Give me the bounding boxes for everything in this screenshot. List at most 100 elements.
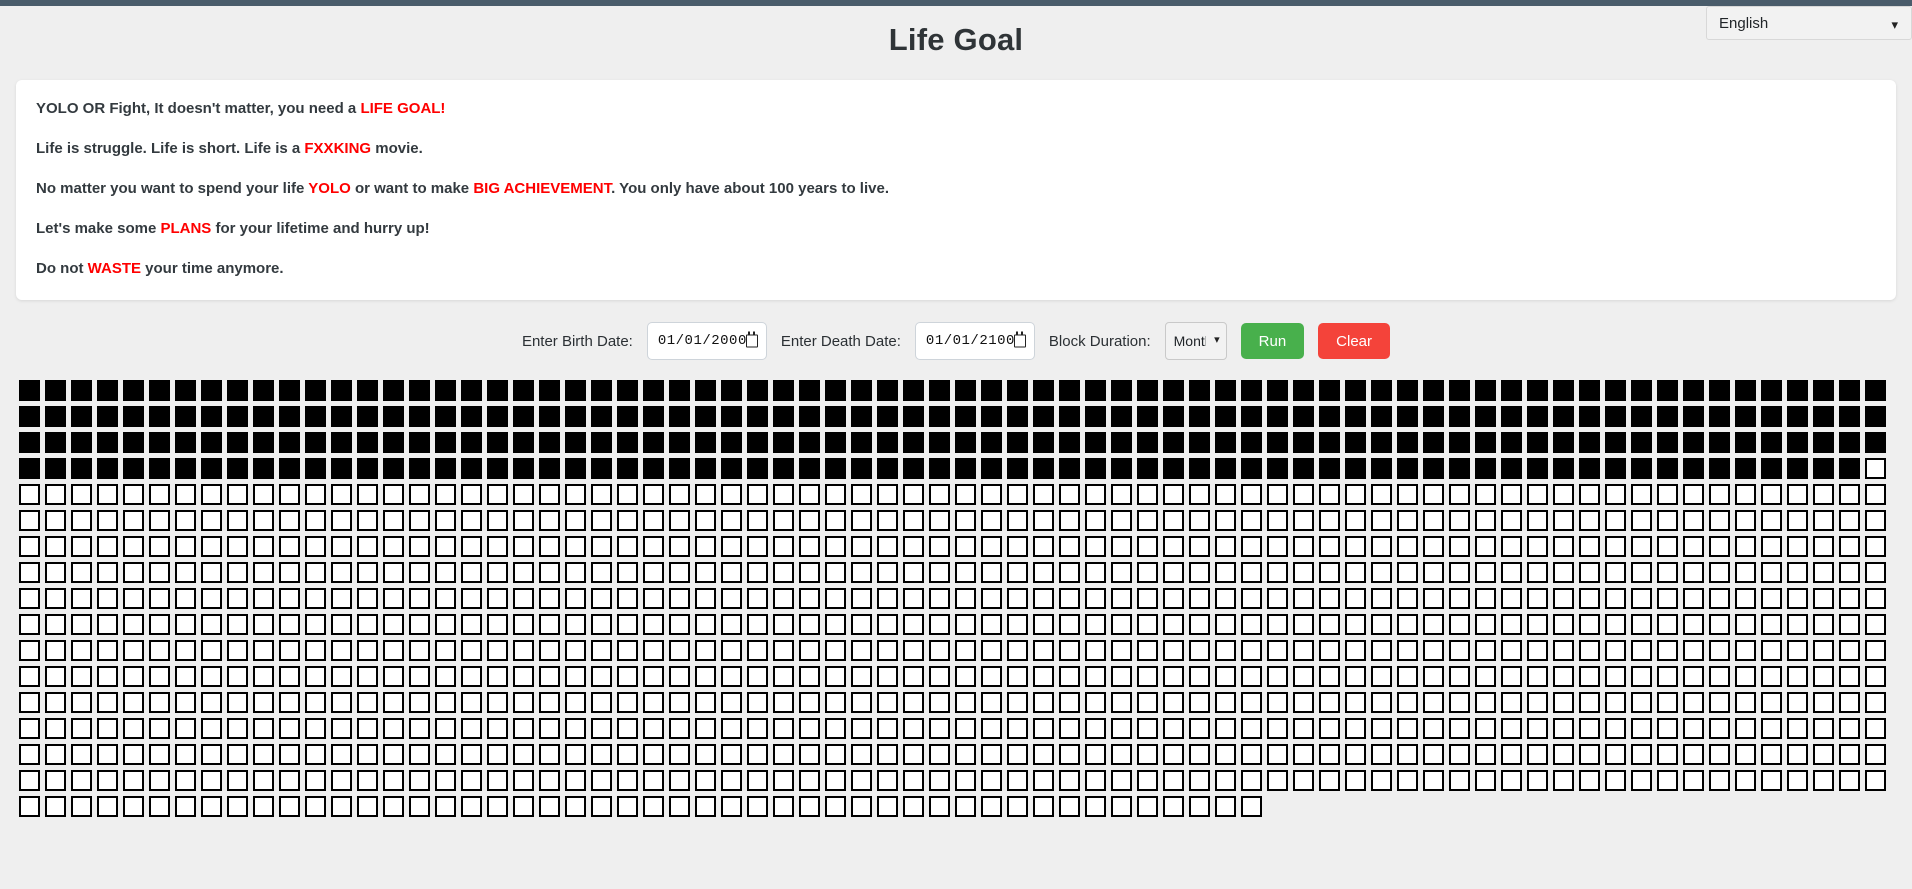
life-block-remaining[interactable] bbox=[1605, 640, 1626, 661]
life-block-elapsed[interactable] bbox=[773, 380, 794, 401]
life-block-remaining[interactable] bbox=[747, 536, 768, 557]
life-block-remaining[interactable] bbox=[435, 796, 456, 817]
life-block-remaining[interactable] bbox=[175, 718, 196, 739]
life-block-remaining[interactable] bbox=[877, 692, 898, 713]
life-block-remaining[interactable] bbox=[617, 640, 638, 661]
life-block-remaining[interactable] bbox=[1371, 484, 1392, 505]
life-block-remaining[interactable] bbox=[1007, 692, 1028, 713]
life-block-remaining[interactable] bbox=[1787, 614, 1808, 635]
life-block-remaining[interactable] bbox=[539, 692, 560, 713]
life-block-remaining[interactable] bbox=[123, 614, 144, 635]
life-block-remaining[interactable] bbox=[591, 588, 612, 609]
life-block-remaining[interactable] bbox=[1111, 744, 1132, 765]
life-block-remaining[interactable] bbox=[825, 614, 846, 635]
life-block-remaining[interactable] bbox=[1631, 770, 1652, 791]
life-block-remaining[interactable] bbox=[409, 718, 430, 739]
life-block-remaining[interactable] bbox=[227, 640, 248, 661]
life-block-remaining[interactable] bbox=[1475, 692, 1496, 713]
life-block-elapsed[interactable] bbox=[565, 380, 586, 401]
life-block-remaining[interactable] bbox=[279, 588, 300, 609]
life-block-elapsed[interactable] bbox=[71, 432, 92, 453]
life-block-remaining[interactable] bbox=[1683, 666, 1704, 687]
life-block-remaining[interactable] bbox=[1137, 692, 1158, 713]
life-block-remaining[interactable] bbox=[1345, 484, 1366, 505]
life-block-remaining[interactable] bbox=[1761, 484, 1782, 505]
calendar-icon[interactable] bbox=[745, 331, 758, 348]
life-block-elapsed[interactable] bbox=[851, 406, 872, 427]
life-block-remaining[interactable] bbox=[409, 588, 430, 609]
life-block-elapsed[interactable] bbox=[1241, 458, 1262, 479]
life-block-remaining[interactable] bbox=[45, 640, 66, 661]
life-block-elapsed[interactable] bbox=[721, 432, 742, 453]
life-block-remaining[interactable] bbox=[1709, 484, 1730, 505]
life-block-remaining[interactable] bbox=[1787, 692, 1808, 713]
life-block-elapsed[interactable] bbox=[903, 432, 924, 453]
life-block-elapsed[interactable] bbox=[305, 432, 326, 453]
life-block-remaining[interactable] bbox=[383, 484, 404, 505]
life-block-remaining[interactable] bbox=[1033, 796, 1054, 817]
life-block-remaining[interactable] bbox=[825, 770, 846, 791]
life-block-remaining[interactable] bbox=[19, 692, 40, 713]
life-block-remaining[interactable] bbox=[1631, 744, 1652, 765]
life-block-elapsed[interactable] bbox=[1813, 432, 1834, 453]
life-block-remaining[interactable] bbox=[1111, 510, 1132, 531]
life-block-remaining[interactable] bbox=[513, 796, 534, 817]
life-block-remaining[interactable] bbox=[981, 666, 1002, 687]
life-block-remaining[interactable] bbox=[435, 614, 456, 635]
life-block-remaining[interactable] bbox=[45, 796, 66, 817]
life-block-remaining[interactable] bbox=[1553, 640, 1574, 661]
life-block-remaining[interactable] bbox=[253, 718, 274, 739]
life-block-elapsed[interactable] bbox=[1007, 458, 1028, 479]
life-block-remaining[interactable] bbox=[1787, 640, 1808, 661]
life-block-remaining[interactable] bbox=[461, 588, 482, 609]
life-block-elapsed[interactable] bbox=[331, 458, 352, 479]
life-block-elapsed[interactable] bbox=[1163, 380, 1184, 401]
life-block-remaining[interactable] bbox=[617, 692, 638, 713]
life-block-elapsed[interactable] bbox=[591, 458, 612, 479]
life-block-elapsed[interactable] bbox=[409, 458, 430, 479]
life-block-remaining[interactable] bbox=[201, 744, 222, 765]
life-block-remaining[interactable] bbox=[1527, 770, 1548, 791]
life-block-remaining[interactable] bbox=[1735, 744, 1756, 765]
life-block-remaining[interactable] bbox=[305, 484, 326, 505]
life-block-remaining[interactable] bbox=[305, 744, 326, 765]
life-block-remaining[interactable] bbox=[851, 484, 872, 505]
life-block-remaining[interactable] bbox=[383, 796, 404, 817]
life-block-remaining[interactable] bbox=[1215, 692, 1236, 713]
life-block-remaining[interactable] bbox=[253, 666, 274, 687]
life-block-elapsed[interactable] bbox=[1189, 458, 1210, 479]
life-block-elapsed[interactable] bbox=[591, 380, 612, 401]
life-block-remaining[interactable] bbox=[1397, 614, 1418, 635]
life-block-remaining[interactable] bbox=[1475, 484, 1496, 505]
life-block-remaining[interactable] bbox=[1631, 614, 1652, 635]
life-block-remaining[interactable] bbox=[1111, 666, 1132, 687]
life-block-remaining[interactable] bbox=[981, 614, 1002, 635]
life-block-remaining[interactable] bbox=[981, 770, 1002, 791]
life-block-remaining[interactable] bbox=[1553, 718, 1574, 739]
life-block-remaining[interactable] bbox=[1631, 562, 1652, 583]
life-block-remaining[interactable] bbox=[1449, 484, 1470, 505]
life-block-remaining[interactable] bbox=[1709, 718, 1730, 739]
life-block-elapsed[interactable] bbox=[331, 406, 352, 427]
life-block-elapsed[interactable] bbox=[1371, 432, 1392, 453]
life-block-elapsed[interactable] bbox=[1553, 458, 1574, 479]
life-block-remaining[interactable] bbox=[539, 536, 560, 557]
life-block-elapsed[interactable] bbox=[513, 432, 534, 453]
life-block-remaining[interactable] bbox=[513, 640, 534, 661]
life-block-elapsed[interactable] bbox=[1137, 406, 1158, 427]
life-block-remaining[interactable] bbox=[435, 588, 456, 609]
life-block-remaining[interactable] bbox=[1475, 640, 1496, 661]
life-block-remaining[interactable] bbox=[409, 640, 430, 661]
life-block-remaining[interactable] bbox=[357, 796, 378, 817]
life-block-remaining[interactable] bbox=[591, 692, 612, 713]
life-block-remaining[interactable] bbox=[799, 692, 820, 713]
life-block-remaining[interactable] bbox=[1163, 640, 1184, 661]
life-block-remaining[interactable] bbox=[1163, 614, 1184, 635]
life-block-remaining[interactable] bbox=[1267, 640, 1288, 661]
life-block-remaining[interactable] bbox=[1059, 536, 1080, 557]
life-block-remaining[interactable] bbox=[1007, 510, 1028, 531]
life-block-remaining[interactable] bbox=[1293, 614, 1314, 635]
life-block-elapsed[interactable] bbox=[1319, 380, 1340, 401]
life-block-elapsed[interactable] bbox=[799, 432, 820, 453]
life-block-remaining[interactable] bbox=[1579, 562, 1600, 583]
